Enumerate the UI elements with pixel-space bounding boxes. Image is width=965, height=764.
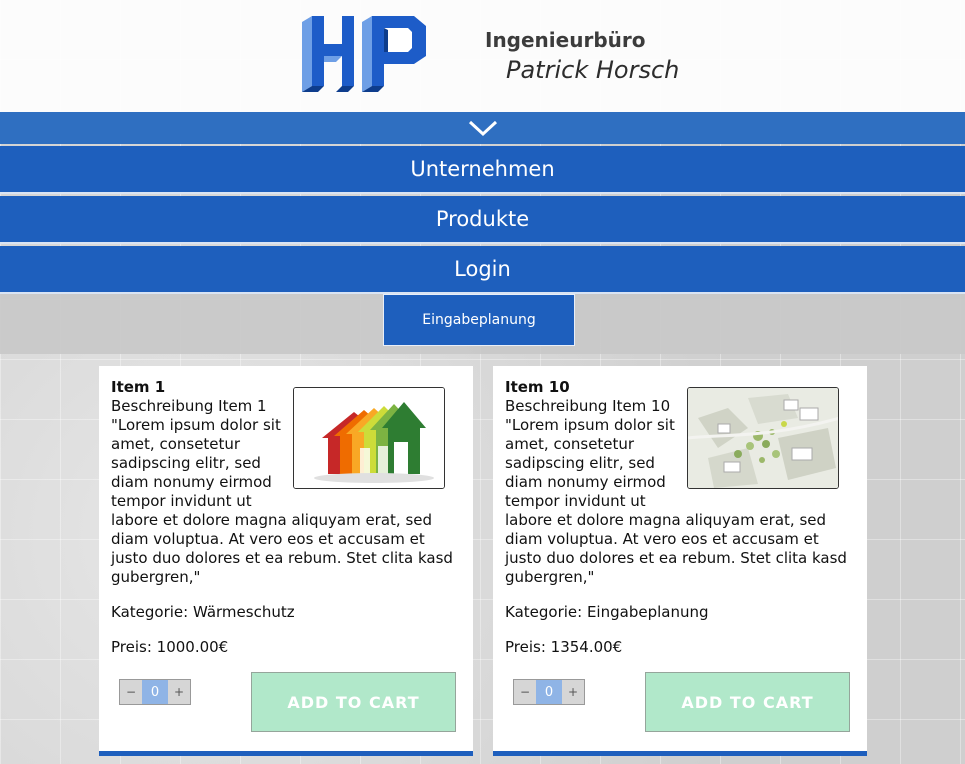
chevron-down-icon: [468, 120, 497, 137]
product-card: Item 1 Beschreibung Item 1 "Lorem ipsum …: [99, 366, 473, 756]
nav-item-unternehmen[interactable]: Unternehmen: [0, 146, 965, 194]
product-category: Kategorie: Wärmeschutz: [111, 603, 295, 621]
product-price: Preis: 1354.00€: [505, 638, 623, 656]
nav-item-produkte[interactable]: Produkte: [0, 196, 965, 244]
add-to-cart-button[interactable]: ADD TO CART: [645, 672, 850, 732]
header: Ingenieurbüro Patrick Horsch: [0, 0, 965, 112]
qty-minus-button[interactable]: −: [514, 680, 536, 704]
hp-logo[interactable]: [302, 16, 426, 92]
nav-toggle[interactable]: [0, 112, 965, 144]
energy-efficiency-house-image[interactable]: [293, 387, 445, 489]
product-category: Kategorie: Eingabeplanung: [505, 603, 709, 621]
product-card: Item 10 Beschreibung Item 10 "Lorem ipsu…: [493, 366, 867, 756]
quantity-stepper: − 0 +: [513, 679, 585, 705]
qty-input[interactable]: 0: [536, 680, 562, 704]
qty-plus-button[interactable]: +: [168, 680, 190, 704]
tab-eingabeplanung[interactable]: Eingabeplanung: [383, 294, 575, 346]
nav-item-login[interactable]: Login: [0, 246, 965, 294]
qty-plus-button[interactable]: +: [562, 680, 584, 704]
qty-input[interactable]: 0: [142, 680, 168, 704]
company-type: Ingenieurbüro: [485, 28, 646, 52]
quantity-stepper: − 0 +: [119, 679, 191, 705]
add-to-cart-button[interactable]: ADD TO CART: [251, 672, 456, 732]
site-plan-image[interactable]: [687, 387, 839, 489]
qty-minus-button[interactable]: −: [120, 680, 142, 704]
company-owner: Patrick Horsch: [506, 56, 680, 84]
product-price: Preis: 1000.00€: [111, 638, 229, 656]
